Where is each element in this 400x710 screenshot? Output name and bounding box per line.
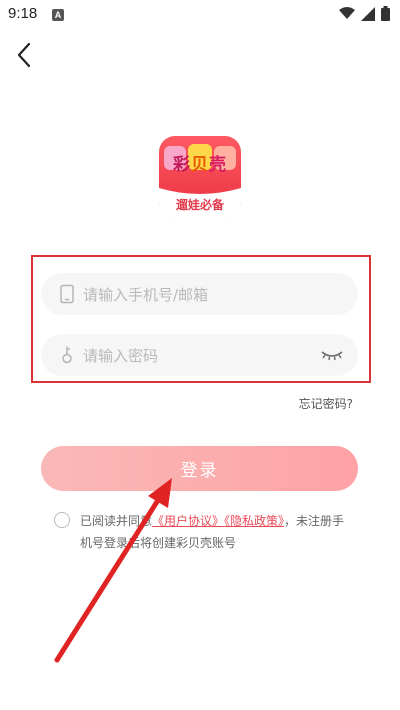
logo-char-2: 贝 <box>191 155 209 175</box>
back-button[interactable] <box>12 40 38 70</box>
password-field[interactable] <box>41 334 358 378</box>
account-input[interactable] <box>81 273 315 317</box>
agreement-prefix: 已阅读并同意 <box>80 514 153 528</box>
status-icons <box>339 6 390 21</box>
key-icon <box>62 346 72 364</box>
phone-icon <box>60 284 74 304</box>
agreement-text: 已阅读并同意《用户协议》《隐私政策》，未注册手机号登录后将创建彩贝壳账号 <box>80 510 356 554</box>
signal-icon <box>361 6 375 21</box>
privacy-policy-link[interactable]: 《隐私政策》 <box>224 514 284 528</box>
app-logo: 彩贝壳 遛娃必备 <box>159 136 241 218</box>
status-time: 9:18 <box>8 5 38 22</box>
login-button[interactable]: 登录 <box>41 446 358 491</box>
chevron-left-icon <box>17 42 31 68</box>
status-bar: 9:18 A <box>0 0 400 30</box>
logo-slogan: 遛娃必备 <box>175 198 224 212</box>
eye-closed-icon[interactable] <box>320 347 344 363</box>
account-field[interactable] <box>41 273 358 317</box>
notification-app-icon: A <box>52 9 64 21</box>
battery-icon <box>381 6 390 21</box>
user-agreement-link[interactable]: 《用户协议》 <box>152 514 224 528</box>
logo-title: 彩贝壳 <box>159 150 241 175</box>
forgot-password-link[interactable]: 忘记密码? <box>299 395 353 412</box>
wifi-icon <box>339 7 355 19</box>
agreement-checkbox[interactable] <box>54 512 70 528</box>
logo-char-3: 壳 <box>209 155 227 175</box>
logo-char-1: 彩 <box>173 155 191 175</box>
password-input[interactable] <box>81 334 315 378</box>
